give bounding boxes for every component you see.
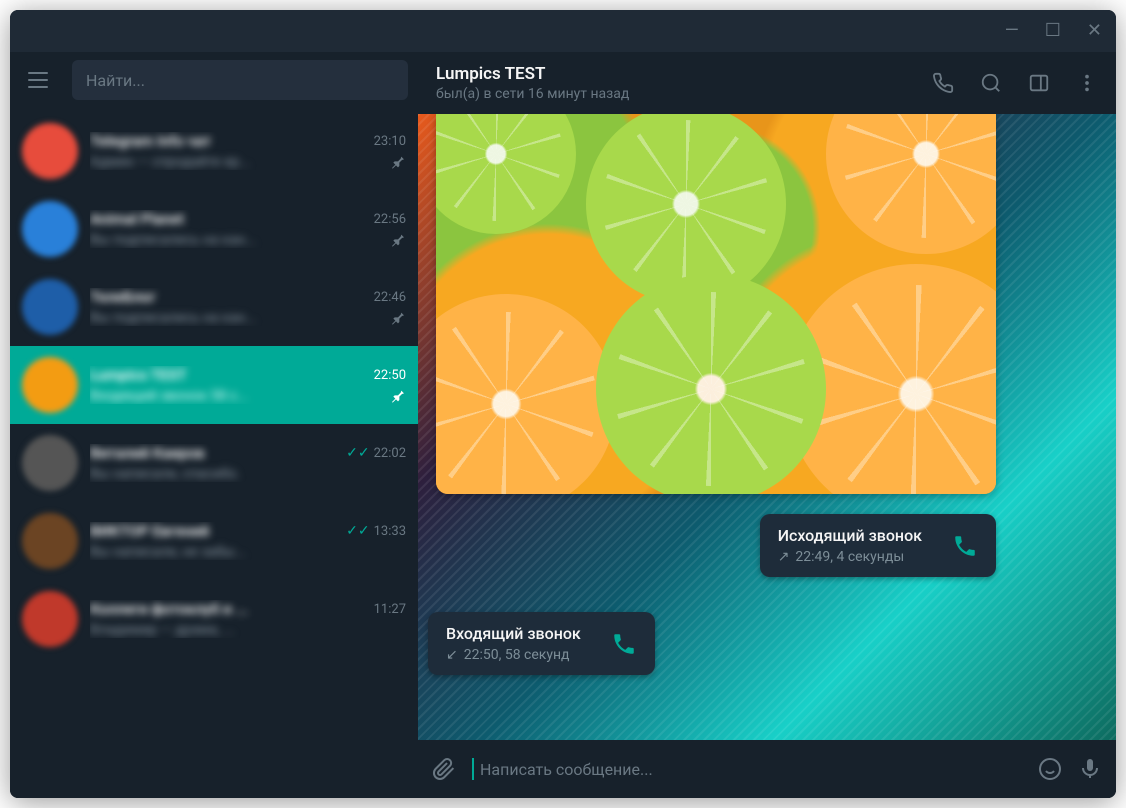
close-button[interactable]: ✕: [1087, 22, 1102, 40]
chat-name: Lumpics TEST: [90, 366, 187, 384]
call-subtitle: ↙22:50, 58 секунд: [446, 647, 581, 663]
chat-time: 22:46: [374, 290, 406, 305]
attach-icon[interactable]: [432, 757, 456, 781]
read-checks-icon: ✓✓: [346, 445, 369, 461]
sidebar: Найти... Telegram Info чат 23:10 Админ — с…: [10, 52, 418, 798]
main-area: Найти... Telegram Info чат 23:10 Админ — с…: [10, 52, 1116, 798]
titlebar: ― ☐ ✕: [10, 10, 1116, 52]
chat-list-item[interactable]: Коллеги фотоклуб и ... 11:27 Владимир — др…: [10, 580, 418, 658]
more-icon[interactable]: [1076, 72, 1098, 94]
emoji-icon[interactable]: [1038, 757, 1062, 781]
chat-list-item[interactable]: Animal Planet 22:56 Вы подписались на кан.…: [10, 190, 418, 268]
search-input[interactable]: Найти...: [72, 60, 408, 100]
chat-time: 23:10: [374, 134, 406, 149]
chat-preview: Вы написали, не забы...: [90, 544, 246, 560]
chat-preview: Владимир — драма, ...: [90, 622, 234, 638]
search-icon[interactable]: [980, 72, 1002, 94]
chat-list-item[interactable]: Lumpics TEST 22:50 Входящий звонок 58 с...: [10, 346, 418, 424]
call-title: Входящий звонок: [446, 624, 581, 643]
arrow-outgoing-icon: ↗: [778, 549, 790, 565]
arrow-incoming-icon: ↙: [446, 647, 458, 663]
call-icon[interactable]: [932, 72, 954, 94]
chat-name: Animal Planet: [90, 210, 184, 228]
conversation-header: Lumpics TEST был(а) в сети 16 минут наза…: [418, 52, 1116, 114]
chat-preview: Вы подписались на кан...: [90, 232, 256, 248]
minimize-button[interactable]: ―: [1005, 22, 1019, 40]
chat-list-item[interactable]: ВИКТОР Евгений ✓✓ 13:33 Вы написали, не за…: [10, 502, 418, 580]
maximize-button[interactable]: ☐: [1045, 22, 1061, 40]
message-input[interactable]: Написать сообщение...: [472, 758, 1022, 780]
pin-icon: [390, 310, 406, 326]
pin-icon: [390, 232, 406, 248]
chat-name: ТелеБлог: [90, 288, 156, 306]
photo-message[interactable]: [436, 114, 996, 494]
chat-preview: Входящий звонок 58 с...: [90, 388, 248, 404]
chat-name: Telegram Info чат: [90, 132, 211, 150]
sidebar-toggle-icon[interactable]: [1028, 72, 1050, 94]
avatar: [22, 513, 78, 569]
menu-button[interactable]: [14, 58, 62, 102]
messages-area[interactable]: Исходящий звонок ↗22:49, 4 секунды Входя…: [418, 114, 1116, 740]
phone-icon[interactable]: [611, 631, 637, 657]
phone-icon[interactable]: [952, 533, 978, 559]
chat-name: ВИКТОР Евгений: [90, 522, 209, 540]
conversation: Lumpics TEST был(а) в сети 16 минут наза…: [418, 52, 1116, 798]
avatar: [22, 357, 78, 413]
avatar: [22, 591, 78, 647]
avatar: [22, 123, 78, 179]
chat-preview: Админ — спродайте ер...: [90, 154, 250, 170]
call-title: Исходящий звонок: [778, 526, 922, 545]
header-actions: [932, 72, 1098, 94]
avatar: [22, 201, 78, 257]
pin-icon: [390, 154, 406, 170]
chat-preview: Вы подписались на кан...: [90, 310, 256, 326]
chat-list: Telegram Info чат 23:10 Админ — спродайте …: [10, 112, 418, 798]
composer: Написать сообщение...: [418, 740, 1116, 798]
sidebar-top: Найти...: [10, 52, 418, 112]
chat-time: ✓✓ 22:02: [346, 445, 406, 461]
chat-time: 22:50: [374, 368, 406, 383]
chat-title: Lumpics TEST: [436, 64, 932, 84]
mic-icon[interactable]: [1078, 757, 1102, 781]
header-title-block[interactable]: Lumpics TEST был(а) в сети 16 минут наза…: [436, 64, 932, 102]
incoming-call-bubble[interactable]: Входящий звонок ↙22:50, 58 секунд: [428, 612, 655, 675]
outgoing-call-bubble[interactable]: Исходящий звонок ↗22:49, 4 секунды: [760, 514, 996, 577]
app-window: ― ☐ ✕ Найти... Telegram Info чат 23:10 Адм…: [10, 10, 1116, 798]
chat-name: Коллеги фотоклуб и ...: [90, 600, 248, 618]
pin-icon: [390, 388, 406, 404]
chat-time: ✓✓ 13:33: [346, 523, 406, 539]
avatar: [22, 279, 78, 335]
chat-list-item[interactable]: ТелеБлог 22:46 Вы подписались на кан...: [10, 268, 418, 346]
chat-preview: Вы написали, спасибо.: [90, 466, 240, 482]
chat-status: был(а) в сети 16 минут назад: [436, 86, 932, 102]
chat-list-item[interactable]: Виталий Каиров ✓✓ 22:02 Вы написали, спаси…: [10, 424, 418, 502]
read-checks-icon: ✓✓: [346, 523, 369, 539]
chat-list-item[interactable]: Telegram Info чат 23:10 Админ — спродайте …: [10, 112, 418, 190]
chat-name: Виталий Каиров: [90, 444, 205, 462]
chat-time: 11:27: [374, 602, 406, 617]
chat-time: 22:56: [374, 212, 406, 227]
avatar: [22, 435, 78, 491]
call-subtitle: ↗22:49, 4 секунды: [778, 549, 922, 565]
